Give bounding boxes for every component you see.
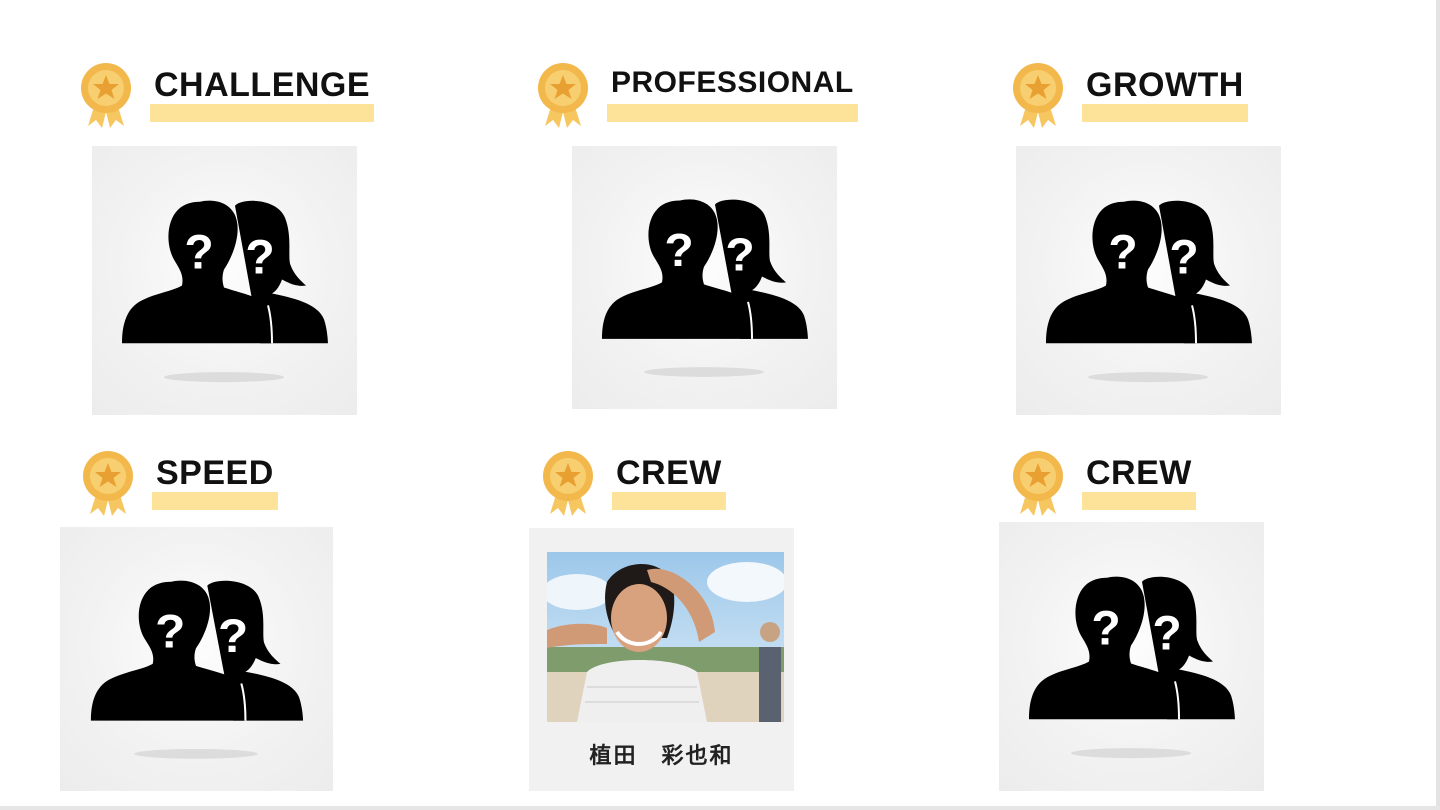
- award-image-card-crew-1[interactable]: 植田 彩也和: [529, 528, 794, 791]
- award-header-professional: PROFESSIONAL: [535, 60, 858, 130]
- award-title: CREW: [1086, 454, 1192, 492]
- award-title-wrap: PROFESSIONAL: [607, 66, 858, 122]
- winner-photo[interactable]: [547, 552, 784, 722]
- award-title: PROFESSIONAL: [611, 66, 854, 99]
- right-edge-border: [1436, 0, 1440, 810]
- award-title-wrap: CREW: [612, 454, 726, 510]
- medal-icon: [1010, 60, 1066, 130]
- award-header-challenge: CHALLENGE: [78, 60, 375, 130]
- medal-icon: [535, 60, 591, 130]
- unknown-person-icon: [1016, 146, 1281, 415]
- award-title-wrap: CHALLENGE: [150, 66, 375, 122]
- medal-icon: [1010, 448, 1066, 518]
- unknown-person-icon: [60, 527, 333, 791]
- medal-icon: [540, 448, 596, 518]
- title-highlight: [1082, 492, 1196, 510]
- award-header-crew-1: CREW: [540, 448, 726, 518]
- award-header-speed: SPEED: [80, 448, 278, 518]
- unknown-person-icon: [999, 522, 1264, 791]
- award-title-wrap: SPEED: [152, 454, 278, 510]
- title-highlight: [1082, 104, 1248, 122]
- award-header-crew-2: CREW: [1010, 448, 1196, 518]
- award-image-card-growth[interactable]: [1016, 146, 1281, 415]
- winner-photo-image: [547, 552, 784, 722]
- award-image-card-crew-2[interactable]: [999, 522, 1264, 791]
- title-highlight: [607, 104, 858, 122]
- award-title: CREW: [616, 454, 722, 492]
- award-image-card-challenge[interactable]: [92, 146, 357, 415]
- medal-icon: [78, 60, 134, 130]
- winner-name: 植田 彩也和: [589, 744, 734, 769]
- award-header-growth: GROWTH: [1010, 60, 1248, 130]
- medal-icon: [80, 448, 136, 518]
- award-title: SPEED: [156, 454, 274, 492]
- unknown-person-icon: [92, 146, 357, 415]
- award-image-card-professional[interactable]: [572, 146, 837, 409]
- award-title: GROWTH: [1086, 66, 1244, 104]
- award-image-card-speed[interactable]: [60, 527, 333, 791]
- award-title-wrap: CREW: [1082, 454, 1196, 510]
- title-highlight: [612, 492, 726, 510]
- bottom-edge-border: [0, 806, 1440, 810]
- title-highlight: [150, 104, 375, 122]
- unknown-person-icon: [572, 146, 837, 409]
- award-title: CHALLENGE: [154, 66, 371, 104]
- title-highlight: [152, 492, 278, 510]
- award-title-wrap: GROWTH: [1082, 66, 1248, 122]
